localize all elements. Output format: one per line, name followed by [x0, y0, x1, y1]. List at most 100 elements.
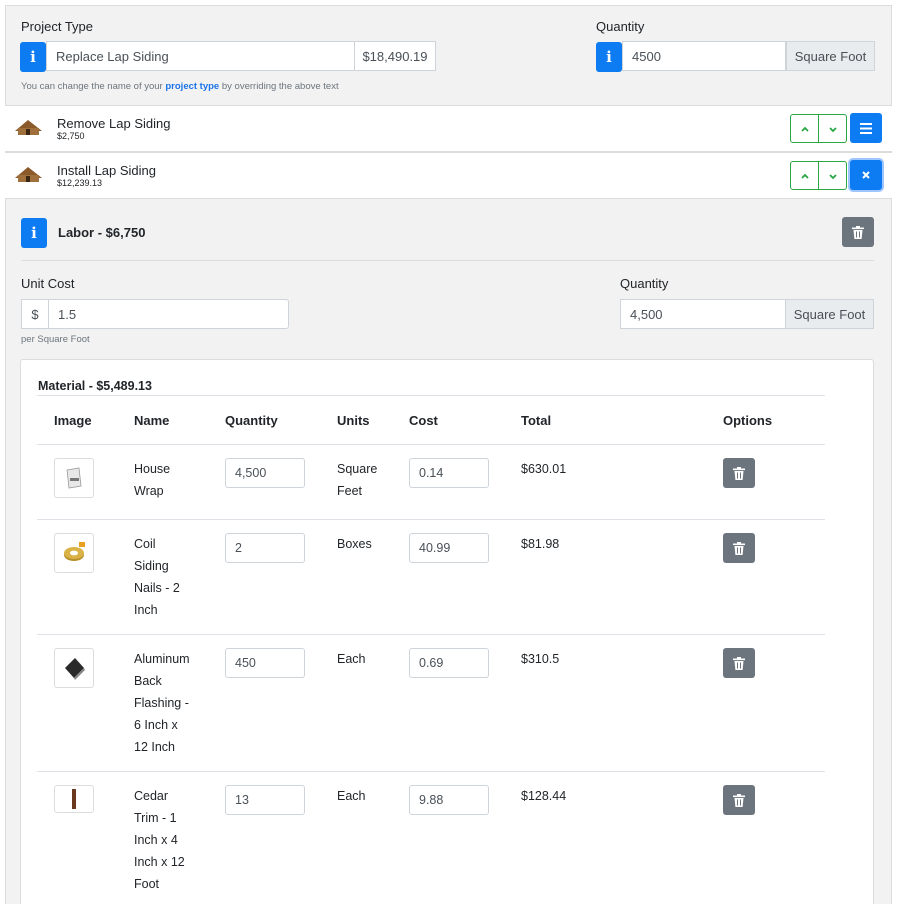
move-down-button[interactable] — [818, 114, 847, 143]
name-line: 6 Inch x — [134, 718, 178, 732]
currency-addon: $ — [21, 299, 49, 329]
row-divider — [37, 634, 825, 635]
project-type-input[interactable]: Replace Lap Siding — [46, 41, 355, 71]
project-quantity-unit: Square Foot — [786, 41, 875, 71]
material-total: $630.01 — [521, 462, 567, 476]
column-header-quantity: Quantity — [225, 413, 278, 428]
material-units: Boxes — [337, 533, 372, 555]
column-header-options: Options — [723, 413, 773, 428]
material-divider — [37, 395, 825, 396]
material-total: $128.44 — [521, 789, 567, 803]
unit-line: Each — [337, 789, 366, 803]
chevron-down-icon — [828, 173, 837, 179]
material-title: Material - $5,489.13 — [38, 379, 152, 393]
labor-quantity-label: Quantity — [620, 276, 669, 291]
line-item-remove-lap-siding[interactable]: Remove Lap Siding $2,750 — [5, 105, 892, 152]
project-type-info-icon[interactable]: i — [20, 42, 46, 72]
material-total: $310.5 — [521, 652, 560, 666]
unit-cost-input[interactable]: 1.5 — [48, 299, 289, 329]
help-prefix: You can change the name of your — [21, 81, 166, 92]
name-line: Nails - 2 — [134, 581, 180, 595]
help-suffix: by overriding the above text — [219, 81, 339, 92]
column-header-name: Name — [134, 413, 170, 428]
unit-line: Each — [337, 652, 366, 666]
help-link[interactable]: project type — [165, 81, 219, 92]
unit-line: Feet — [337, 484, 363, 498]
material-name: Coil Siding Nails - 2 Inch — [134, 533, 180, 621]
line-item-install-lap-siding[interactable]: Install Lap Siding $12,239.13 — [5, 152, 892, 199]
name-line: Aluminum — [134, 652, 190, 666]
name-line: Inch x 12 — [134, 855, 185, 869]
labor-title: Labor - $6,750 — [58, 225, 146, 240]
name-line: Inch — [134, 603, 158, 617]
labor-quantity-unit: Square Foot — [785, 299, 874, 329]
chevron-down-icon — [828, 126, 837, 132]
project-quantity-info-icon[interactable]: i — [596, 42, 622, 72]
menu-button[interactable] — [850, 113, 882, 143]
column-header-cost: Cost — [409, 413, 438, 428]
project-type-price: $18,490.19 — [354, 41, 436, 71]
chevron-up-icon — [800, 126, 809, 132]
name-line: Wrap — [134, 484, 164, 498]
material-name: Cedar Trim - 1 Inch x 4 Inch x 12 Foot — [134, 785, 185, 895]
delete-material-button[interactable] — [723, 785, 755, 815]
material-name: Aluminum Back Flashing - 6 Inch x 12 Inch — [134, 648, 190, 758]
delete-material-button[interactable] — [723, 648, 755, 678]
project-type-label: Project Type — [21, 19, 94, 34]
material-quantity-input[interactable]: 4,500 — [225, 458, 305, 488]
name-line: Cedar — [134, 789, 169, 803]
material-quantity-input[interactable]: 13 — [225, 785, 305, 815]
delete-labor-button[interactable] — [842, 217, 874, 247]
material-image — [54, 533, 94, 573]
material-units: Each — [337, 648, 366, 670]
material-quantity-input[interactable]: 450 — [225, 648, 305, 678]
trash-icon — [733, 466, 745, 480]
name-line: 12 Inch — [134, 740, 176, 754]
house-wrap-icon — [66, 467, 82, 489]
material-units: Each — [337, 785, 366, 807]
project-quantity-input[interactable]: 4500 — [622, 41, 786, 71]
column-header-units: Units — [337, 413, 370, 428]
material-units: Square Feet — [337, 458, 377, 502]
name-line: Back — [134, 674, 162, 688]
chevron-up-icon — [800, 173, 809, 179]
move-down-button[interactable] — [818, 161, 847, 190]
column-header-image: Image — [54, 413, 92, 428]
labor-info-icon[interactable]: i — [21, 218, 47, 248]
name-line: Flashing - — [134, 696, 189, 710]
line-item-price: $2,750 — [57, 131, 85, 141]
material-image — [54, 785, 94, 813]
name-line: Siding — [134, 559, 169, 573]
house-thumbnail-icon — [15, 120, 42, 135]
material-cost-input[interactable]: 40.99 — [409, 533, 489, 563]
house-thumbnail-icon — [15, 167, 42, 182]
row-divider — [37, 519, 825, 520]
material-name: House Wrap — [134, 458, 170, 502]
move-up-button[interactable] — [790, 161, 819, 190]
close-icon — [862, 171, 870, 179]
coil-nails-icon — [64, 542, 85, 561]
move-up-button[interactable] — [790, 114, 819, 143]
line-item-title: Install Lap Siding — [57, 163, 157, 178]
trash-icon — [733, 793, 745, 807]
trash-icon — [852, 225, 864, 239]
trash-icon — [733, 656, 745, 670]
flashing-icon — [65, 658, 85, 680]
unit-cost-label: Unit Cost — [21, 276, 75, 291]
cedar-trim-icon — [72, 789, 76, 809]
unit-line: Square — [337, 462, 378, 476]
labor-quantity-input[interactable]: 4,500 — [620, 299, 786, 329]
material-image — [54, 648, 94, 688]
table-header-divider — [37, 444, 825, 445]
name-line: House — [134, 462, 171, 476]
unit-cost-help: per Square Foot — [21, 334, 90, 345]
unit-line: Boxes — [337, 537, 372, 551]
delete-material-button[interactable] — [723, 458, 755, 488]
material-cost-input[interactable]: 0.14 — [409, 458, 489, 488]
material-cost-input[interactable]: 0.69 — [409, 648, 489, 678]
name-line: Inch x 4 — [134, 833, 178, 847]
material-cost-input[interactable]: 9.88 — [409, 785, 489, 815]
material-quantity-input[interactable]: 2 — [225, 533, 305, 563]
close-button[interactable] — [850, 160, 882, 190]
delete-material-button[interactable] — [723, 533, 755, 563]
